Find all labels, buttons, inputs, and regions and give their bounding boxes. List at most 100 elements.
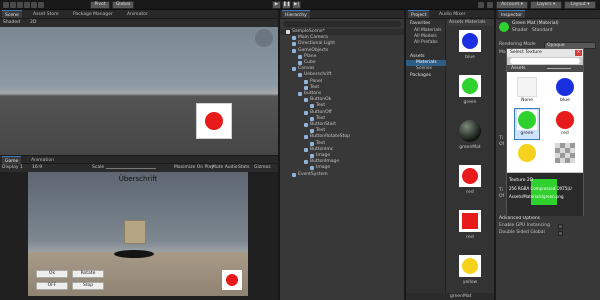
folder-packages[interactable]: Packages: [410, 73, 431, 79]
step-button[interactable]: ▶|: [292, 1, 301, 9]
game-image-button[interactable]: [222, 270, 242, 290]
game-ok-button[interactable]: Ok: [36, 270, 68, 278]
pivot-button[interactable]: Pivot: [90, 1, 110, 9]
favorites-header[interactable]: Favorites: [410, 21, 430, 27]
game-off-button[interactable]: OFF: [36, 282, 68, 290]
hierarchy-item[interactable]: ButtonOff: [280, 110, 404, 116]
favorites-all-materials[interactable]: All Materials: [414, 28, 442, 34]
favorites-all-models[interactable]: All Models: [414, 34, 437, 40]
hierarchy-item[interactable]: buttons: [280, 91, 404, 97]
hierarchy-item[interactable]: GameObjects: [280, 48, 404, 54]
mute-audio-toggle[interactable]: Mute Audio: [212, 165, 238, 171]
folder-assets[interactable]: Assets: [410, 54, 425, 60]
breadcrumb-materials[interactable]: Materials: [465, 20, 486, 26]
texture-option-thumbnail: [517, 77, 537, 97]
project-asset-label: green: [463, 100, 477, 105]
hierarchy-item[interactable]: Panel: [280, 79, 404, 85]
project-asset-red[interactable]: red: [455, 165, 485, 205]
texture-option[interactable]: red: [553, 109, 577, 139]
stats-toggle[interactable]: Stats: [238, 165, 250, 171]
tab-package-manager[interactable]: Package Manager: [70, 10, 116, 18]
shading-mode-dropdown[interactable]: Shaded: [3, 20, 20, 26]
gameobject-icon: [310, 166, 314, 171]
game-rotate-button[interactable]: Rotate: [72, 270, 104, 278]
project-asset-greenMat[interactable]: greenMat: [455, 120, 485, 160]
folder-scenes[interactable]: Scenes: [416, 66, 432, 72]
texture-option[interactable]: None: [515, 76, 539, 106]
hierarchy-item[interactable]: Text: [280, 116, 404, 122]
rect-tool-icon[interactable]: [31, 2, 37, 8]
breadcrumb-assets[interactable]: Assets: [449, 20, 464, 26]
tab-inspector[interactable]: Inspector: [498, 10, 525, 18]
play-button[interactable]: ▶: [272, 1, 281, 9]
tab-animator[interactable]: Animator: [124, 10, 151, 18]
tab-game[interactable]: Game: [2, 156, 22, 164]
close-icon[interactable]: ×: [575, 50, 582, 56]
display-dropdown[interactable]: Display 1: [2, 165, 23, 171]
project-breadcrumb: Assets Materials: [447, 19, 494, 26]
scale-tool-icon[interactable]: [24, 2, 30, 8]
inspector-shader-dropdown[interactable]: Standard: [532, 28, 552, 34]
hierarchy-item[interactable]: Plane: [280, 54, 404, 60]
aspect-dropdown[interactable]: 16:9: [32, 165, 42, 171]
hierarchy-item[interactable]: Text: [280, 85, 404, 91]
select-texture-search[interactable]: [510, 58, 580, 64]
tab-project[interactable]: Project: [408, 10, 430, 18]
move-tool-icon[interactable]: [10, 2, 16, 8]
transform-tool-icon[interactable]: [38, 2, 44, 8]
hierarchy-item[interactable]: Text: [280, 141, 404, 147]
cloud-icon[interactable]: [487, 2, 493, 8]
folder-materials[interactable]: Materials: [416, 60, 437, 66]
hierarchy-item[interactable]: ButtonOk: [280, 97, 404, 103]
hand-tool-icon[interactable]: [3, 2, 9, 8]
hierarchy-item[interactable]: Image: [280, 165, 404, 171]
tab-audio-mixer[interactable]: Audio Mixer: [436, 10, 469, 18]
account-dropdown[interactable]: Account ▾: [496, 1, 528, 9]
project-asset-green[interactable]: green: [455, 75, 485, 115]
pause-button[interactable]: ❚❚: [282, 1, 291, 9]
select-texture-tab-assets[interactable]: Assets: [511, 66, 526, 72]
select-texture-size-slider[interactable]: [547, 68, 571, 69]
hierarchy-item[interactable]: Text: [280, 103, 404, 109]
texture-option[interactable]: blue: [553, 76, 577, 106]
texture-option[interactable]: [515, 142, 539, 172]
game-cube-shadow: [114, 250, 154, 258]
favorites-all-prefabs[interactable]: All Prefabs: [414, 40, 438, 46]
tab-animation[interactable]: Animation: [28, 156, 57, 164]
layout-dropdown[interactable]: Layout ▾: [564, 1, 596, 9]
project-asset-red[interactable]: red: [455, 210, 485, 250]
project-asset-yellow[interactable]: yellow: [455, 255, 485, 295]
hierarchy-item[interactable]: ButtonRotateStop: [280, 134, 404, 140]
gpu-instancing-checkbox[interactable]: [558, 224, 563, 229]
mode-2d-toggle[interactable]: 2D: [30, 20, 36, 26]
rotate-tool-icon[interactable]: [17, 2, 23, 8]
hierarchy-item[interactable]: Image: [280, 153, 404, 159]
scene-viewport[interactable]: [0, 27, 278, 155]
hierarchy-item[interactable]: Directional Light: [280, 41, 404, 47]
collab-icon[interactable]: [478, 2, 484, 8]
hierarchy-item[interactable]: EventSystem: [280, 172, 404, 178]
game-viewport[interactable]: Überschrift Ok Rotate OFF Stop: [28, 172, 248, 296]
tab-asset-store[interactable]: Asset Store: [30, 10, 62, 18]
layers-dropdown[interactable]: Layers ▾: [530, 1, 562, 9]
scale-slider[interactable]: [106, 168, 156, 169]
hierarchy-item[interactable]: Canvas: [280, 66, 404, 72]
project-asset-blue[interactable]: blue: [455, 30, 485, 70]
game-stop-button[interactable]: Stop: [72, 282, 104, 290]
hierarchy-item[interactable]: ButtonImage: [280, 159, 404, 165]
maximize-on-play-toggle[interactable]: Maximize On Play: [174, 165, 214, 171]
texture-option[interactable]: green: [514, 108, 540, 140]
hierarchy-item[interactable]: Ueberschrift: [280, 72, 404, 78]
hierarchy-item[interactable]: ButtonImc: [280, 147, 404, 153]
hierarchy-search[interactable]: [283, 21, 401, 27]
hierarchy-item-label: ButtonImc: [310, 146, 334, 152]
tab-hierarchy[interactable]: Hierarchy: [282, 10, 310, 18]
gizmos-dropdown[interactable]: Gizmos: [254, 165, 271, 171]
tab-scene[interactable]: Scene: [2, 10, 22, 18]
gameobject-icon: [310, 141, 314, 146]
global-button[interactable]: Global: [112, 1, 134, 9]
texture-option[interactable]: [553, 142, 577, 172]
hierarchy-item[interactable]: ButtonStart: [280, 122, 404, 128]
scene-gizmo-icon[interactable]: [255, 29, 273, 47]
double-sided-gi-checkbox[interactable]: [558, 231, 563, 236]
